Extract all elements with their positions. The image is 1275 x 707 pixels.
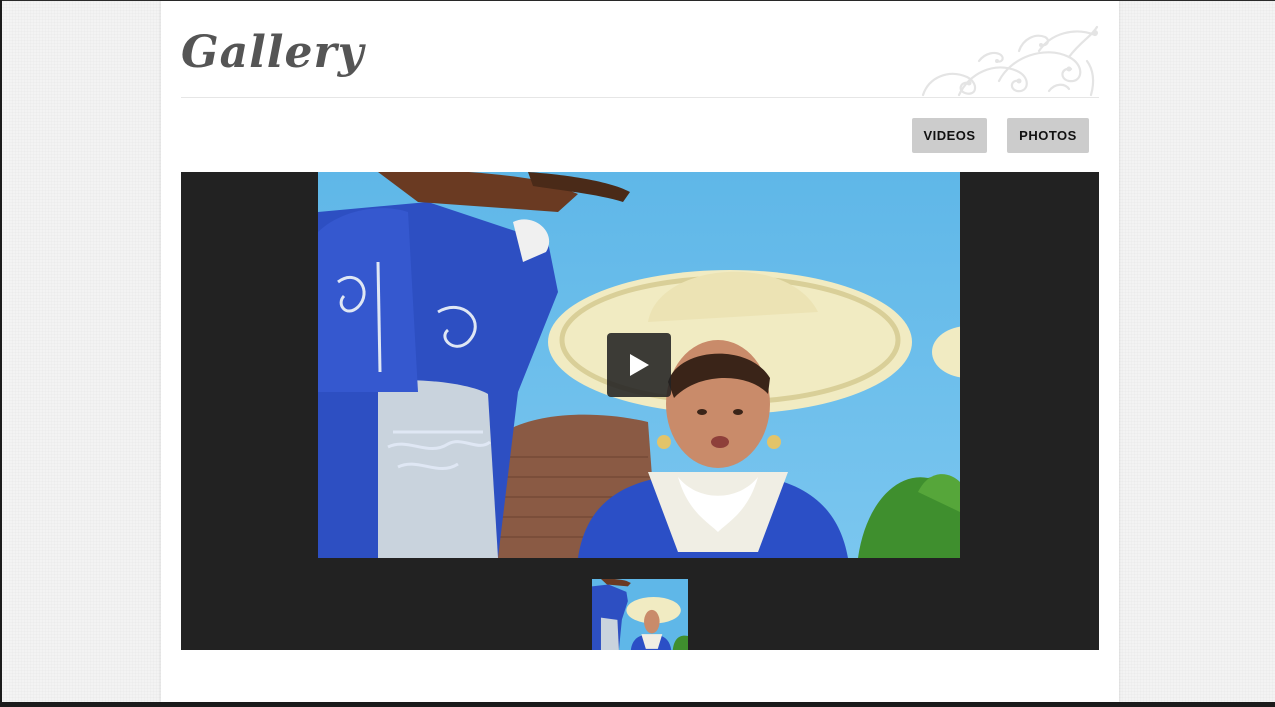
thumbnail-image xyxy=(592,579,688,650)
video-thumbnail[interactable] xyxy=(592,579,688,650)
window-bottom-edge xyxy=(0,702,1275,707)
play-icon xyxy=(630,354,649,376)
content-panel: Gallery VIDEOS PHOTOS xyxy=(161,1,1119,702)
gallery-header: Gallery xyxy=(181,1,1099,98)
flourish-ornament-icon xyxy=(921,25,1099,97)
photos-tab-button[interactable]: PHOTOS xyxy=(1007,118,1089,153)
play-button[interactable] xyxy=(607,333,671,397)
video-player[interactable] xyxy=(318,172,960,558)
page-title: Gallery xyxy=(181,27,365,78)
window-left-edge xyxy=(0,0,2,707)
videos-tab-button[interactable]: VIDEOS xyxy=(912,118,987,153)
video-gallery-stage xyxy=(181,172,1099,650)
